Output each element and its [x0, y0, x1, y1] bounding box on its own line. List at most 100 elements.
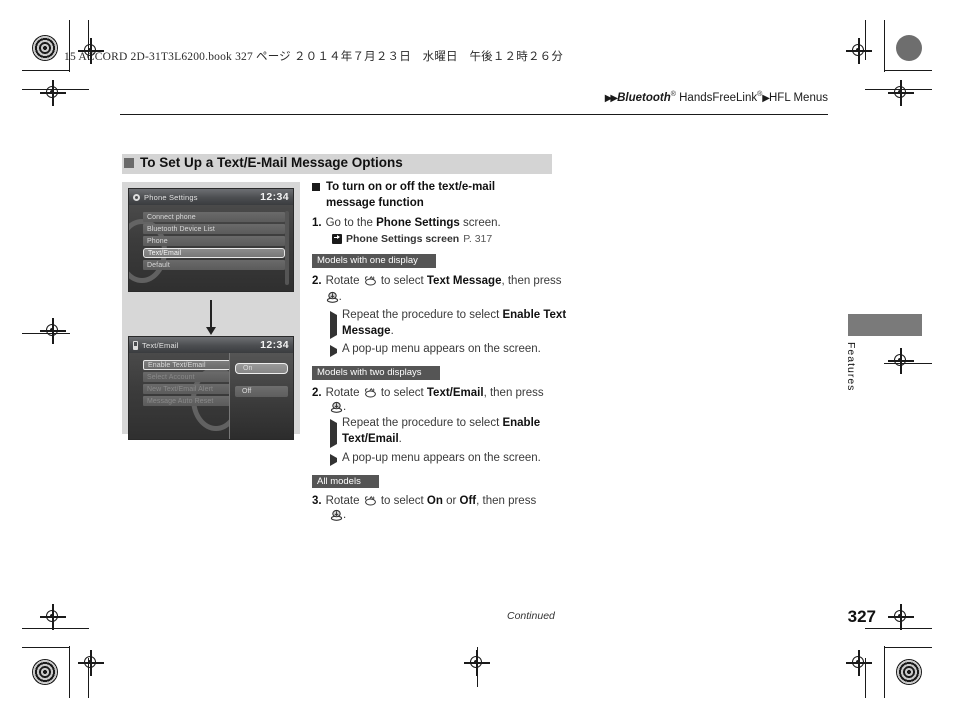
registration-mark-6 [888, 348, 914, 374]
crop-mark-br-h2 [865, 628, 932, 630]
tag-all-models: All models [312, 474, 379, 489]
bullet-2b-1-text-b: . [398, 433, 402, 446]
screen1-menu-item-0[interactable]: Connect phone [143, 212, 285, 222]
bullet-triangle-icon [330, 419, 337, 448]
step-2b-text-a: Rotate [325, 386, 363, 399]
step-2b-bold-a: Text/Email [426, 386, 484, 399]
step-2-two-displays: 2. Rotate to select Text/Email, then pre… [312, 385, 572, 401]
manual-page: 15 ACCORD 2D-31T3L6200.book 327 ページ ２０１４… [0, 0, 954, 718]
registration-mark-4 [888, 80, 914, 106]
screen1-menu-label-4: Default [147, 261, 170, 269]
step-3-text-a: Rotate [325, 495, 363, 508]
section-title-text: To Set Up a Text/E-Mail Message Options [140, 155, 403, 170]
breadcrumb-arrow-mid-icon: ▶ [762, 92, 770, 104]
step-3-text-e: . [343, 509, 347, 522]
step-2b-text-c: , then press [483, 386, 544, 399]
screen1-menu-label-0: Connect phone [147, 213, 196, 221]
crop-mark-bl-v [69, 646, 71, 698]
registration-mark-5 [40, 318, 66, 344]
crop-mark-br-h [884, 647, 932, 649]
step-1-bold-a: Phone Settings [376, 216, 460, 229]
reference-label: Phone Settings screen [346, 233, 460, 246]
bullet-2b-1: Repeat the procedure to select Enable Te… [330, 415, 572, 448]
step-2b-text-d: . [343, 401, 347, 414]
device-screen-text-email: Text/Email 12:34 Enable Text/Email Selec… [128, 336, 294, 440]
popup-option-off-label: Off [242, 388, 252, 395]
screen2-title-bar: Text/Email 12:34 [129, 337, 293, 353]
screen1-menu-label-1: Bluetooth Device List [147, 225, 215, 233]
print-job-slug: 15 ACCORD 2D-31T3L6200.book 327 ページ ２０１４… [64, 51, 564, 63]
flow-arrow-container [128, 292, 294, 336]
step-1: 1. Go to the Phone Settings screen. [312, 215, 572, 231]
registration-mark-10 [888, 604, 914, 630]
crop-mark-tl-v [69, 20, 71, 72]
step-2b-press-line: . [330, 401, 572, 413]
bullet-2a-1-text-b: . [390, 325, 394, 338]
screen1-menu-item-3[interactable]: Text/Email [143, 248, 285, 258]
step-2a-text-c: , then press [501, 274, 562, 287]
bullet-2a-1: Repeat the procedure to select Enable Te… [330, 307, 572, 340]
rotary-knob-icon [363, 387, 378, 398]
bullet-2a-2: A pop-up menu appears on the screen. [330, 341, 572, 358]
step-2b-number: 2. [312, 386, 322, 399]
crop-mark-tl-h [22, 70, 70, 72]
breadcrumb-item-hfl-menus: HFL Menus [768, 91, 828, 104]
registration-mark-8 [78, 650, 104, 676]
registration-mark-2 [40, 80, 66, 106]
bullet-2a-2-text: A pop-up menu appears on the screen. [342, 343, 541, 356]
step-2a-text-d: . [338, 290, 342, 303]
crop-mark-bl-h [22, 647, 70, 649]
screen1-body: Connect phone Bluetooth Device List Phon… [129, 205, 293, 291]
crop-mark-bottom-mid [477, 647, 479, 687]
step-3-bold-b: Off [459, 495, 477, 508]
breadcrumb-item-handsfreelink: HandsFreeLink [679, 91, 758, 104]
section-square-icon [124, 157, 134, 168]
screen2-clock: 12:34 [260, 339, 289, 351]
screen2-menu-item-1[interactable]: Select Account [143, 372, 239, 382]
jump-reference-icon [332, 234, 342, 245]
popup-option-off[interactable]: Off [235, 386, 288, 397]
popup-menu: On Off [229, 353, 293, 439]
tag-models-two-displays: Models with two displays [312, 366, 440, 380]
breadcrumb: ▶▶Bluetooth® HandsFreeLink®▶HFL Menus [605, 91, 828, 104]
bullet-2b-1-text-a: Repeat the procedure to select [342, 417, 503, 430]
screen2-menu-item-2[interactable]: New Text/Email Alert [143, 384, 239, 394]
page-number: 327 [847, 607, 876, 626]
screen2-menu-item-0[interactable]: Enable Text/Email [143, 360, 239, 370]
crop-mark-tr-v [884, 20, 886, 72]
crop-mark-tr-v2 [865, 20, 867, 60]
screen1-menu-label-2: Phone [147, 237, 168, 245]
enter-button-icon [326, 291, 339, 303]
enter-button-icon [330, 401, 343, 414]
step-2b-text-b: to select [377, 386, 427, 399]
screen1-menu-item-1[interactable]: Bluetooth Device List [143, 224, 285, 234]
step-1-text-a: Go to the [325, 216, 377, 229]
step-1-number: 1. [312, 216, 322, 229]
crop-mark-br-v2 [865, 658, 867, 698]
screen2-menu-label-2: New Text/Email Alert [147, 385, 214, 393]
screen1-menu-item-2[interactable]: Phone [143, 236, 285, 246]
crop-mark-right-mid [884, 363, 932, 365]
step-2a-text-b: to select [377, 274, 427, 287]
cross-reference-link[interactable]: Phone Settings screen P. 317 [332, 233, 572, 245]
step-3-all-models: 3. Rotate to select On or Off, then pres… [312, 493, 572, 509]
screen1-scrollbar[interactable] [285, 211, 289, 285]
screen1-menu-item-4[interactable]: Default [143, 260, 285, 270]
step-3-press-line: . [330, 509, 572, 521]
rotary-knob-icon [363, 275, 378, 286]
screen2-body: Enable Text/Email Select Account New Tex… [129, 353, 293, 439]
tag-models-one-display: Models with one display [312, 254, 436, 268]
bullet-triangle-icon [330, 345, 337, 358]
rotary-knob-icon [363, 495, 378, 506]
screen2-menu-label-3: Message Auto Reset [147, 397, 214, 405]
popup-option-on[interactable]: On [235, 363, 288, 374]
breadcrumb-sup-1: ® [670, 91, 676, 98]
registration-dot-bottom-left [32, 659, 58, 685]
screen1-title-bar: Phone Settings 12:34 [129, 189, 293, 205]
screen1-clock: 12:34 [260, 191, 289, 203]
step-3-text-b: to select [377, 495, 427, 508]
instruction-column: To turn on or off the text/e-mail messag… [312, 180, 572, 521]
screen2-menu-label-0: Enable Text/Email [148, 361, 206, 369]
registration-mark-7 [40, 604, 66, 630]
screen2-menu-item-3[interactable]: Message Auto Reset [143, 396, 239, 406]
